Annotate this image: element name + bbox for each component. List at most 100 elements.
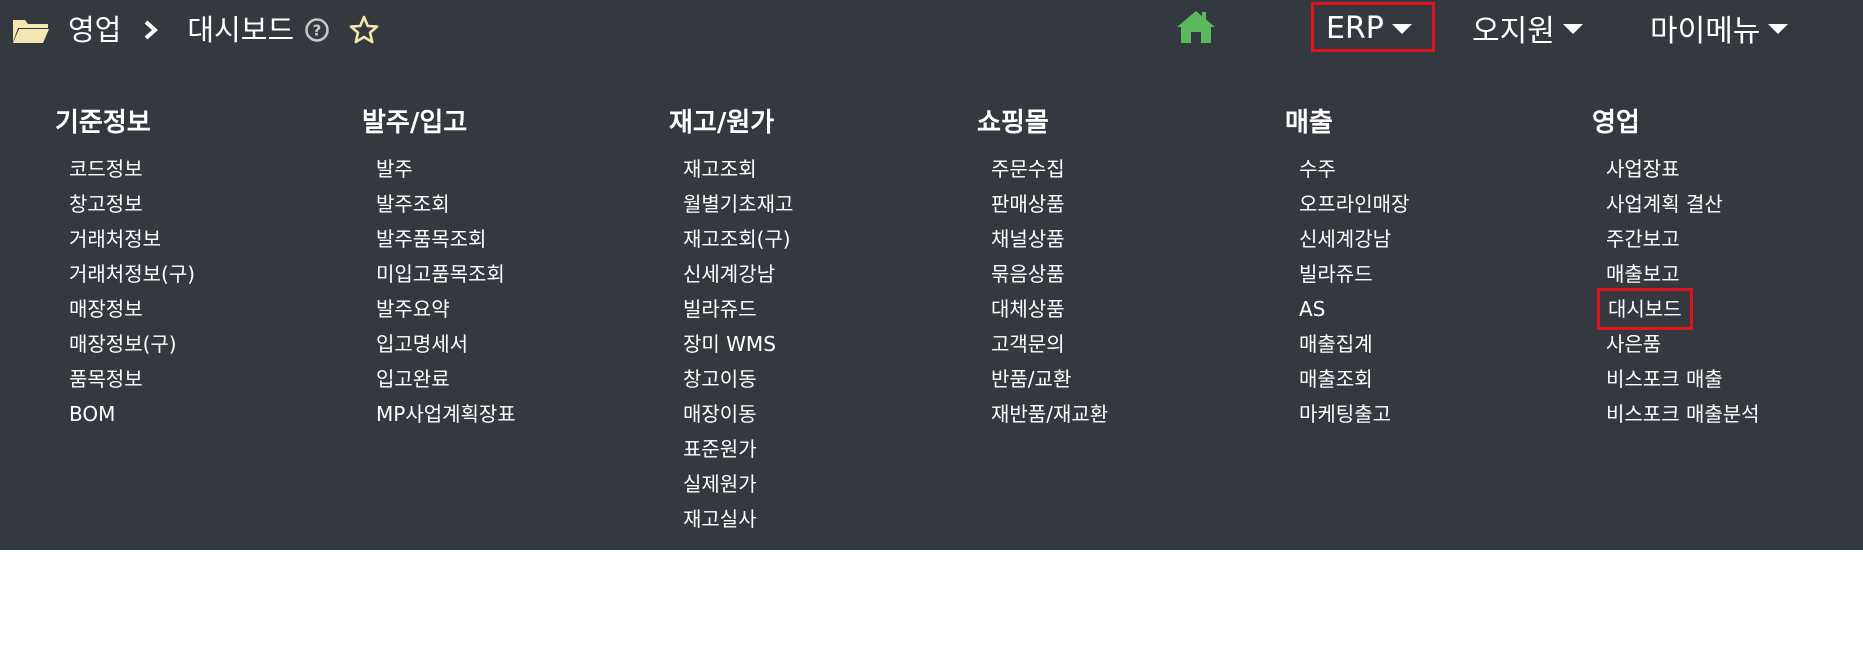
menu-item[interactable]: 비스포크 매출 [1606, 362, 1863, 397]
menu-item[interactable]: 재고조회 [683, 152, 959, 187]
menu-item-label: 마케팅출고 [1299, 402, 1391, 426]
menu-item[interactable]: 입고명세서 [376, 327, 652, 362]
menu-item[interactable]: 거래처정보 [69, 222, 345, 257]
menu-item-label: 발주요약 [376, 297, 450, 321]
menu-item-label: 사업계획 결산 [1606, 192, 1723, 216]
menu-item[interactable]: 주문수집 [991, 152, 1267, 187]
menu-item-label: 사업장표 [1606, 157, 1680, 181]
menu-item-label: 묶음상품 [991, 262, 1065, 286]
menu-item-label: 거래처정보(구) [69, 262, 196, 286]
menu-item-label: 비스포크 매출 [1606, 367, 1723, 391]
menu-item[interactable]: 매장이동 [683, 397, 959, 432]
menu-item-label: 창고정보 [69, 192, 143, 216]
menu-item[interactable]: 창고이동 [683, 362, 959, 397]
menu-item-label: 대시보드 [1597, 288, 1693, 330]
menu-item[interactable]: 장미 WMS [683, 327, 959, 362]
menu-item-list: 코드정보창고정보거래처정보거래처정보(구) 매장정보 매장정보(구) 품목정보 BOM [55, 152, 345, 432]
menu-item-list: 수주오프라인매장신세계강남빌라쥬드 AS 매출집계 매출조회마케팅출고 [1285, 152, 1575, 432]
my-menu-button[interactable]: 마이메뉴 [1650, 8, 1789, 49]
menu-item-label: 신세계강남 [683, 262, 775, 286]
menu-item-label: 장미 WMS [683, 332, 776, 356]
chevron-right-icon [141, 18, 161, 42]
star-icon[interactable] [348, 14, 380, 46]
caret-down-icon [1391, 24, 1412, 34]
menu-item[interactable]: 비스포크 매출분석 [1606, 397, 1863, 432]
menu-item-label: 창고이동 [683, 367, 757, 391]
menu-item[interactable]: 매출보고 [1606, 257, 1863, 292]
menu-item[interactable]: 빌라쥬드 [683, 292, 959, 327]
menu-item-label: 빌라쥬드 [1299, 262, 1373, 286]
menu-column: 쇼핑몰 주문수집 판매상품 채널상품 묶음상품 대체상품 고객문의 반품/교환 재반품/재교환 [977, 104, 1267, 432]
menu-item[interactable]: 발주조회 [376, 187, 652, 222]
menu-item-label: 주문수집 [991, 157, 1065, 181]
menu-column: 재고/원가 재고조회 월별기초재고 재고조회(구) 신세계강남 빌라쥬드 장미 WMS 창고이… [669, 104, 959, 537]
menu-item-label: 매장이동 [683, 402, 757, 426]
menu-item[interactable]: 월별기초재고 [683, 187, 959, 222]
menu-item[interactable]: 재고실사 [683, 502, 959, 537]
menu-item[interactable]: 사은품 [1606, 327, 1863, 362]
menu-item[interactable]: 미입고품목조회 [376, 257, 652, 292]
menu-item[interactable]: 주간보고 [1606, 222, 1863, 257]
menu-item[interactable]: 수주 [1299, 152, 1575, 187]
menu-item-label: MP사업계획장표 [376, 402, 516, 426]
erp-menu-label: ERP [1326, 10, 1384, 46]
menu-item[interactable]: 오프라인매장 [1299, 187, 1575, 222]
menu-item[interactable]: 거래처정보(구) [69, 257, 345, 292]
menu-item-label: 고객문의 [991, 332, 1065, 356]
menu-item[interactable]: 사업장표 [1606, 152, 1863, 187]
menu-item[interactable]: 발주요약 [376, 292, 652, 327]
menu-item[interactable]: 반품/교환 [991, 362, 1267, 397]
menu-item[interactable]: 사업계획 결산 [1606, 187, 1863, 222]
menu-item[interactable]: 매출조회 [1299, 362, 1575, 397]
menu-item[interactable]: 실제원가 [683, 467, 959, 502]
menu-item[interactable]: 창고정보 [69, 187, 345, 222]
menu-item-label: 오프라인매장 [1299, 192, 1410, 216]
menu-item[interactable]: 채널상품 [991, 222, 1267, 257]
erp-menu-button[interactable]: ERP [1326, 8, 1412, 48]
menu-item[interactable]: 고객문의 [991, 327, 1267, 362]
svg-text:?: ? [313, 22, 322, 40]
menu-item-label: 거래처정보 [69, 227, 161, 251]
caret-down-icon [1768, 24, 1789, 34]
menu-item[interactable]: 입고완료 [376, 362, 652, 397]
menu-item-label: 판매상품 [991, 192, 1065, 216]
home-icon[interactable] [1175, 8, 1217, 46]
menu-item[interactable]: AS [1299, 292, 1575, 327]
menu-item[interactable]: 마케팅출고 [1299, 397, 1575, 432]
menu-item[interactable]: 판매상품 [991, 187, 1267, 222]
menu-item[interactable]: 묶음상품 [991, 257, 1267, 292]
user-menu-button[interactable]: 오지원 [1472, 8, 1583, 49]
menu-item[interactable]: 매장정보 [69, 292, 345, 327]
menu-item[interactable]: MP사업계획장표 [376, 397, 652, 432]
caret-down-icon [1562, 24, 1583, 34]
menu-item[interactable]: 발주 [376, 152, 652, 187]
menu-item-label: BOM [69, 402, 116, 426]
menu-item[interactable]: 빌라쥬드 [1299, 257, 1575, 292]
menu-item-label: 입고완료 [376, 367, 450, 391]
menu-item[interactable]: 매장정보(구) [69, 327, 345, 362]
breadcrumb-section[interactable]: 영업 [68, 15, 121, 45]
menu-item[interactable]: 코드정보 [69, 152, 345, 187]
help-icon[interactable]: ? [304, 17, 330, 43]
menu-item[interactable]: 신세계강남 [1299, 222, 1575, 257]
user-menu-label: 오지원 [1472, 14, 1555, 49]
menu-item[interactable]: 재반품/재교환 [991, 397, 1267, 432]
menu-item[interactable]: 대체상품 [991, 292, 1267, 327]
menu-item-label: 입고명세서 [376, 332, 468, 356]
menu-item-label: 발주조회 [376, 192, 450, 216]
menu-item[interactable]: 신세계강남 [683, 257, 959, 292]
menu-item-list: 재고조회 월별기초재고 재고조회(구) 신세계강남빌라쥬드장미 WMS 창고이동매장이동… [669, 152, 959, 537]
menu-item-dashboard[interactable]: 대시보드 [1597, 288, 1863, 330]
menu-item[interactable]: 표준원가 [683, 432, 959, 467]
menu-item[interactable]: 품목정보 [69, 362, 345, 397]
menu-item-label: 품목정보 [69, 367, 143, 391]
menu-item[interactable]: 재고조회(구) [683, 222, 959, 257]
menu-item[interactable]: 발주품목조회 [376, 222, 652, 257]
menu-column-title: 기준정보 [55, 108, 151, 138]
menu-item[interactable]: 매출집계 [1299, 327, 1575, 362]
menu-item-label: 발주품목조회 [376, 227, 487, 251]
menu-item-label: AS [1299, 297, 1326, 321]
menu-item-list: 주문수집판매상품채널상품묶음상품대체상품고객문의반품/교환재반품/재교환 [977, 152, 1267, 432]
menu-item[interactable]: BOM [69, 397, 345, 432]
menu-item-label: 재반품/재교환 [991, 402, 1109, 426]
